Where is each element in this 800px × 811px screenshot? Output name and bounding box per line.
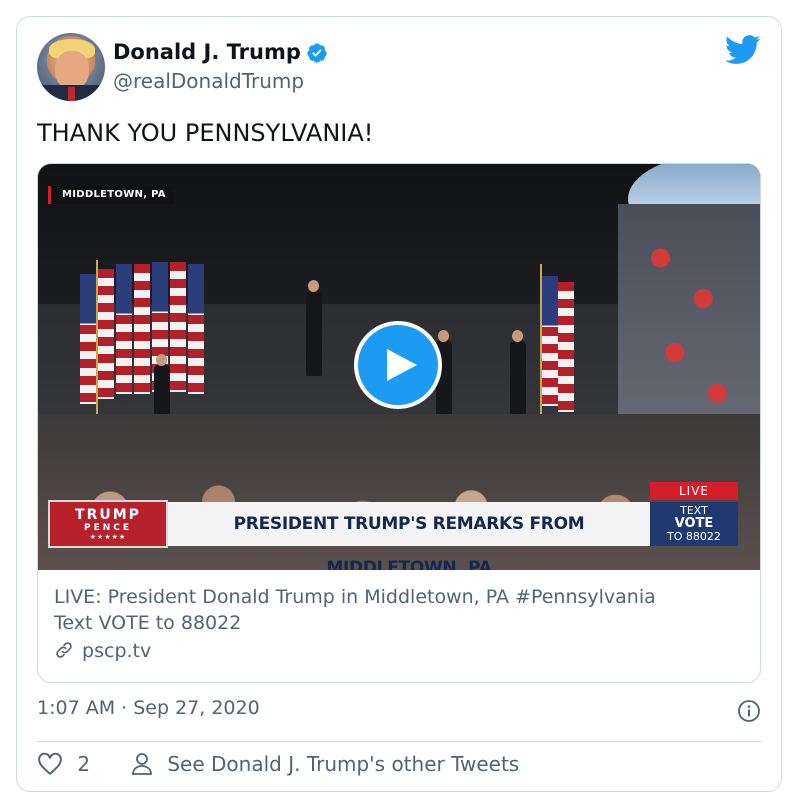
media-caption[interactable]: LIVE: President Donald Trump in Middleto… (54, 584, 744, 636)
video-scene-person (306, 290, 322, 376)
media-caption-line2: Text VOTE to 88022 (54, 612, 242, 634)
author-handle[interactable]: @realDonaldTrump (113, 69, 304, 93)
tweet-timestamp[interactable]: 1:07 AM · Sep 27, 2020 (37, 697, 260, 719)
divider (37, 741, 761, 742)
text-vote-box: TEXT VOTE TO 88022 (650, 502, 738, 546)
verified-badge-icon (307, 43, 327, 63)
video-lower-third: TRUMP PENCE ★★★★★ PRESIDENT TRUMP'S REMA… (48, 482, 748, 570)
live-badge: LIVE (650, 482, 738, 500)
video-headline: PRESIDENT TRUMP'S REMARKS FROM MIDDLETOW… (168, 502, 650, 570)
play-button[interactable] (354, 321, 442, 409)
trump-pence-logo: TRUMP PENCE ★★★★★ (48, 500, 168, 548)
avatar[interactable] (37, 33, 105, 101)
see-other-tweets-label: See Donald J. Trump's other Tweets (167, 752, 520, 776)
info-icon[interactable] (737, 699, 761, 723)
logo-line-trump: TRUMP (75, 507, 141, 523)
like-count: 2 (77, 752, 91, 776)
video-player[interactable]: MIDDLETOWN, PA TRUMP PENCE ★★★★★ PRESIDE… (38, 164, 760, 570)
video-location-tag: MIDDLETOWN, PA (48, 186, 174, 204)
link-icon (56, 642, 72, 658)
play-icon (387, 349, 417, 381)
logo-line-pence: PENCE (83, 523, 133, 533)
author-name[interactable]: Donald J. Trump (113, 40, 301, 64)
media-caption-line1: LIVE: President Donald Trump in Middleto… (54, 586, 656, 608)
tweet-text: THANK YOU PENNSYLVANIA! (37, 119, 374, 147)
see-other-tweets-link[interactable]: See Donald J. Trump's other Tweets (131, 752, 519, 782)
media-link-text: pscp.tv (82, 640, 152, 662)
logo-stars: ★★★★★ (89, 533, 127, 541)
tweet-card: Donald J. Trump @realDonaldTrump THANK Y… (16, 16, 782, 792)
like-button[interactable]: 2 (37, 752, 90, 782)
heart-icon (38, 752, 62, 776)
media-link[interactable]: pscp.tv (54, 640, 151, 662)
media-card[interactable]: MIDDLETOWN, PA TRUMP PENCE ★★★★★ PRESIDE… (37, 163, 761, 683)
person-icon (132, 753, 152, 775)
text-vote-line3: TO 88022 (667, 530, 721, 543)
twitter-bird-icon[interactable] (725, 35, 761, 65)
text-vote-line2: VOTE (674, 516, 714, 531)
